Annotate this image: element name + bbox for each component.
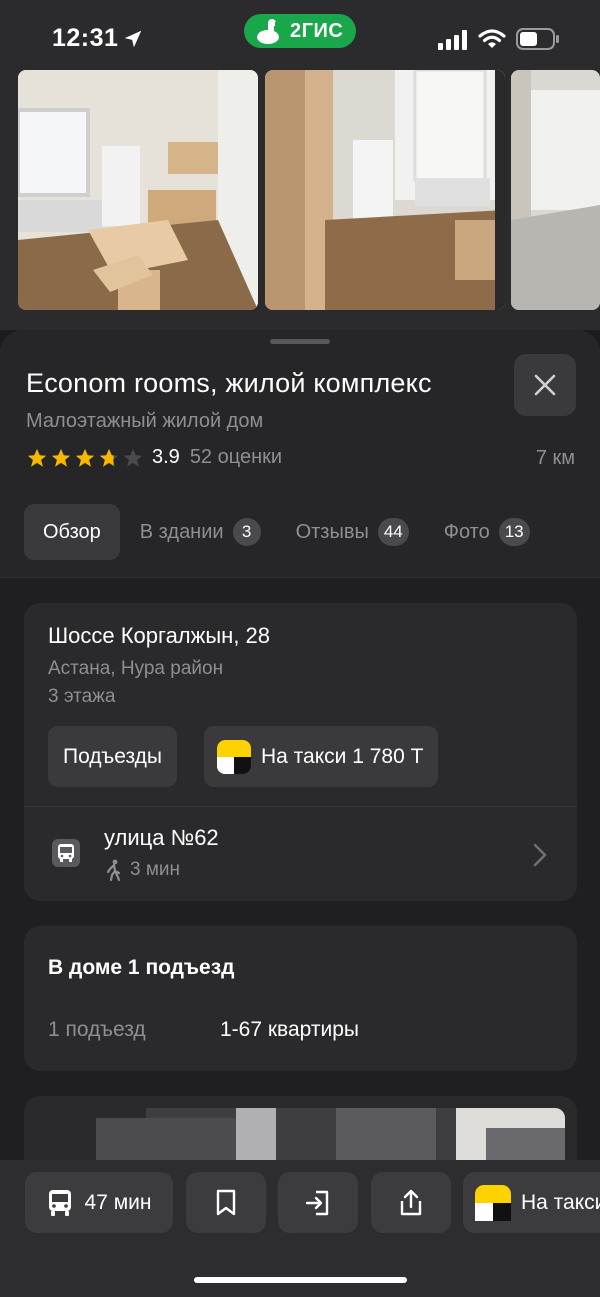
taxi-toolbar-label: На такси <box>521 1190 600 1214</box>
gallery-photo-kitchen[interactable] <box>18 70 258 310</box>
rating-value: 3.9 <box>152 446 180 468</box>
entrance-label: 1 подъезд <box>48 1018 146 1041</box>
place-subtitle: Малоэтажный жилой дом <box>26 410 264 432</box>
cellular-signal-icon <box>438 30 467 50</box>
chevron-right-icon[interactable] <box>533 843 547 867</box>
tab-in-building[interactable]: В здании 3 <box>140 504 261 560</box>
taxi-logo-icon <box>217 739 251 774</box>
walking-icon <box>106 859 121 881</box>
entrance-button[interactable] <box>278 1172 358 1233</box>
gallery-photo-hall[interactable] <box>511 70 600 310</box>
star-partial-icon <box>99 448 119 467</box>
taxi-button[interactable]: На такси 1 780 Т <box>204 726 439 787</box>
status-bar: 12:31 2ГИС <box>0 0 600 70</box>
tab-photos[interactable]: Фото 13 <box>444 504 530 560</box>
battery-icon <box>516 28 559 50</box>
star-empty-icon <box>123 448 143 467</box>
walk-time-row: 3 мин <box>104 859 180 881</box>
location-arrow-icon <box>124 30 142 48</box>
share-button[interactable] <box>371 1172 451 1233</box>
app-badge[interactable]: 2ГИС <box>244 14 356 48</box>
entrances-card: В доме 1 подъезд 1 подъезд 1-67 квартиры <box>24 926 577 1071</box>
rating-count: 52 оценки <box>189 446 283 468</box>
tab-bar: Обзор В здании 3 Отзывы 44 Фото 13 <box>24 504 565 560</box>
bookmark-button[interactable] <box>186 1172 266 1233</box>
entrances-button[interactable]: Подъезды <box>48 726 177 787</box>
route-button[interactable]: 47 мин <box>25 1172 173 1233</box>
distance: 7 км <box>535 447 575 469</box>
home-indicator[interactable] <box>194 1277 407 1283</box>
enter-icon <box>305 1190 329 1215</box>
tab-count-badge: 3 <box>232 518 261 546</box>
address[interactable]: Шоссе Коргалжын, 28 <box>48 623 270 649</box>
share-icon <box>400 1189 422 1215</box>
app-badge-label: 2ГИС <box>290 19 344 42</box>
gallery-photo-room[interactable] <box>265 70 505 310</box>
place-header: Econom rooms, жилой комплекс Малоэтажный… <box>0 330 600 578</box>
bookmark-icon <box>216 1189 236 1215</box>
bus-icon <box>52 839 80 867</box>
tab-overview[interactable]: Обзор <box>24 504 120 560</box>
divider <box>24 806 577 807</box>
tab-label: Фото <box>443 520 490 543</box>
address-card: Шоссе Коргалжын, 28 Астана, Нура район 3… <box>24 603 577 901</box>
city-district: Астана, Нура район <box>48 658 224 679</box>
bus-icon <box>48 1189 71 1216</box>
taxi-logo-icon <box>475 1184 511 1221</box>
rating-row[interactable]: 3.9 52 оценки <box>26 446 282 469</box>
star-full-icon <box>51 448 71 467</box>
place-title: Econom rooms, жилой комплекс <box>26 368 432 398</box>
taxi-toolbar-button[interactable]: На такси <box>463 1172 600 1233</box>
transit-stop-name[interactable]: улица №62 <box>104 825 219 851</box>
tab-label: В здании <box>139 520 224 543</box>
star-full-icon <box>27 448 47 467</box>
sheet-grabber[interactable] <box>270 339 330 344</box>
tab-reviews[interactable]: Отзывы 44 <box>296 504 409 560</box>
close-button[interactable] <box>514 354 576 416</box>
status-time: 12:31 <box>52 24 119 52</box>
tab-label: Обзор <box>43 520 101 543</box>
apartments-range: 1-67 квартиры <box>220 1018 359 1041</box>
close-icon <box>534 374 556 396</box>
entrances-title: В доме 1 подъезд <box>48 956 235 979</box>
rating-stars <box>26 447 144 469</box>
place-sheet: Econom rooms, жилой комплекс Малоэтажный… <box>0 330 600 1297</box>
wifi-icon <box>478 29 506 48</box>
route-time: 47 мин <box>84 1190 152 1214</box>
goose-logo-icon <box>257 19 280 44</box>
tab-count-badge: 13 <box>498 518 530 546</box>
tab-label: Отзывы <box>295 520 369 543</box>
walk-time: 3 мин <box>130 859 181 880</box>
action-toolbar: 47 мин На такси <box>0 1160 600 1297</box>
taxi-button-label: На такси 1 780 Т <box>261 744 424 768</box>
star-full-icon <box>75 448 95 467</box>
photo-gallery[interactable] <box>0 70 600 330</box>
floors-count: 3 этажа <box>48 686 116 707</box>
tab-count-badge: 44 <box>377 518 409 546</box>
entrances-button-label: Подъезды <box>63 744 162 768</box>
